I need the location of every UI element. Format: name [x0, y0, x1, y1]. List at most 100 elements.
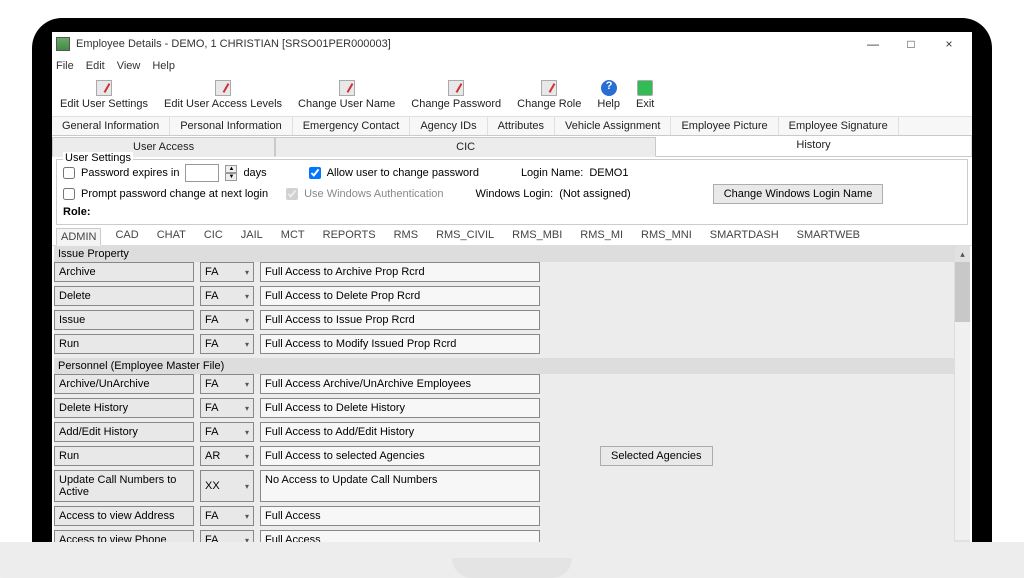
- allow-change-password-checkbox[interactable]: [309, 167, 321, 179]
- tab-employee-signature[interactable]: Employee Signature: [779, 117, 899, 135]
- tab-employee-picture[interactable]: Employee Picture: [671, 117, 778, 135]
- tab-personal-information[interactable]: Personal Information: [170, 117, 293, 135]
- permission-code-dropdown[interactable]: FA▾: [200, 334, 254, 354]
- permission-row: Update Call Numbers to ActiveXX▾No Acces…: [54, 470, 970, 502]
- permission-code-dropdown[interactable]: AR▾: [200, 446, 254, 466]
- chevron-down-icon: ▾: [245, 316, 249, 325]
- exit-button[interactable]: Exit: [632, 78, 658, 112]
- change-role-button[interactable]: Change Role: [513, 78, 585, 112]
- menu-file[interactable]: File: [56, 60, 74, 72]
- edit-user-settings-button[interactable]: Edit User Settings: [56, 78, 152, 112]
- pencil-icon: [215, 80, 231, 96]
- chevron-down-icon: ▾: [245, 380, 249, 389]
- role-tab-reports[interactable]: REPORTS: [319, 227, 380, 245]
- permission-row: Add/Edit History FA▾ Full Access to Add/Ed…: [54, 422, 970, 442]
- tab-cic[interactable]: CIC: [275, 137, 656, 157]
- permission-code-dropdown[interactable]: FA▾: [200, 262, 254, 282]
- user-settings-legend: User Settings: [63, 152, 133, 164]
- windows-auth-label: Use Windows Authentication: [304, 188, 443, 200]
- login-name-value: DEMO1: [589, 167, 628, 179]
- role-tab-rms-mbi[interactable]: RMS_MBI: [508, 227, 566, 245]
- permission-code-dropdown[interactable]: FA▾: [200, 286, 254, 306]
- password-expires-checkbox[interactable]: [63, 167, 75, 179]
- permission-code-dropdown[interactable]: FA▾: [200, 422, 254, 442]
- role-tabs: ADMIN CAD CHAT CIC JAIL MCT REPORTS RMS …: [52, 225, 972, 246]
- prompt-password-change-label: Prompt password change at next login: [81, 188, 268, 200]
- permission-name-cell: Run: [54, 334, 194, 354]
- permission-name-cell: Run: [54, 446, 194, 466]
- change-password-button[interactable]: Change Password: [407, 78, 505, 112]
- permission-name-cell: Access to view Address: [54, 506, 194, 526]
- window-title: Employee Details - DEMO, 1 CHRISTIAN [SR…: [76, 38, 391, 50]
- tab-general-information[interactable]: General Information: [52, 117, 170, 135]
- tab-history[interactable]: History: [656, 136, 972, 156]
- permission-row: Run FA▾ Full Access to Modify Issued Prop …: [54, 334, 970, 354]
- tab-emergency-contact[interactable]: Emergency Contact: [293, 117, 411, 135]
- menu-help[interactable]: Help: [152, 60, 175, 72]
- permission-code-dropdown[interactable]: FA▾: [200, 374, 254, 394]
- scroll-thumb[interactable]: [955, 262, 970, 322]
- role-tab-chat[interactable]: CHAT: [153, 227, 190, 245]
- password-expires-days-input[interactable]: [185, 164, 219, 182]
- pencil-icon: [96, 80, 112, 96]
- minimize-button[interactable]: —: [854, 32, 892, 56]
- help-icon: [601, 80, 617, 96]
- app-icon: [56, 37, 70, 51]
- chevron-down-icon: ▾: [245, 482, 249, 491]
- role-tab-smartdash[interactable]: SMARTDASH: [706, 227, 783, 245]
- change-windows-login-name-button[interactable]: Change Windows Login Name: [713, 184, 884, 204]
- menubar: File Edit View Help: [52, 56, 972, 76]
- spin-down-icon: ▼: [225, 173, 237, 181]
- role-tab-mct[interactable]: MCT: [277, 227, 309, 245]
- secondary-tab-row: User Access CIC History: [52, 136, 972, 157]
- windows-login-label: Windows Login:: [476, 188, 554, 200]
- role-tab-cic[interactable]: CIC: [200, 227, 227, 245]
- menu-edit[interactable]: Edit: [86, 60, 105, 72]
- chevron-down-icon: ▾: [245, 292, 249, 301]
- maximize-button[interactable]: □: [892, 32, 930, 56]
- tab-agency-ids[interactable]: Agency IDs: [410, 117, 487, 135]
- permission-desc-cell: Full Access to Archive Prop Rcrd: [260, 262, 540, 282]
- days-spinner[interactable]: ▲▼: [225, 165, 237, 181]
- permission-row: ArchiveFA▾Full Access to Archive Prop Rc…: [54, 262, 970, 282]
- user-settings-group: User Settings Password expires in ▲▼ day…: [56, 159, 968, 225]
- role-tab-rms[interactable]: RMS: [390, 227, 422, 245]
- windows-auth-checkbox: [286, 188, 298, 200]
- scroll-up-icon[interactable]: ▴: [955, 246, 970, 262]
- permission-code-dropdown[interactable]: XX▾: [200, 470, 254, 502]
- pencil-icon: [339, 80, 355, 96]
- role-tab-rms-civil[interactable]: RMS_CIVIL: [432, 227, 498, 245]
- change-user-name-button[interactable]: Change User Name: [294, 78, 399, 112]
- tab-vehicle-assignment[interactable]: Vehicle Assignment: [555, 117, 671, 135]
- tab-attributes[interactable]: Attributes: [488, 117, 555, 135]
- permission-desc-cell: Full Access to Modify Issued Prop Rcrd: [260, 334, 540, 354]
- spin-up-icon: ▲: [225, 165, 237, 173]
- help-button[interactable]: Help: [593, 78, 624, 112]
- role-tab-cad[interactable]: CAD: [111, 227, 142, 245]
- windows-login-value: (Not assigned): [559, 188, 631, 200]
- exit-icon: [637, 80, 653, 96]
- selected-agencies-button[interactable]: Selected Agencies: [600, 446, 713, 466]
- permission-desc-cell: Full Access to Add/Edit History: [260, 422, 540, 442]
- permission-name-cell: Add/Edit History: [54, 422, 194, 442]
- role-tab-smartweb[interactable]: SMARTWEB: [793, 227, 864, 245]
- permission-name-cell: Archive/UnArchive: [54, 374, 194, 394]
- permission-row: DeleteFA▾Full Access to Delete Prop Rcrd: [54, 286, 970, 306]
- permission-code-dropdown[interactable]: FA▾: [200, 506, 254, 526]
- vertical-scrollbar[interactable]: ▴ ▾: [954, 246, 970, 556]
- permission-code-dropdown[interactable]: FA▾: [200, 398, 254, 418]
- permission-code-dropdown[interactable]: FA▾: [200, 310, 254, 330]
- role-label: Role:: [63, 206, 91, 218]
- section-header: Personnel (Employee Master File): [54, 358, 970, 374]
- role-tab-rms-mi[interactable]: RMS_MI: [576, 227, 627, 245]
- menu-view[interactable]: View: [117, 60, 141, 72]
- titlebar: Employee Details - DEMO, 1 CHRISTIAN [SR…: [52, 32, 972, 56]
- password-expires-label: Password expires in: [81, 167, 179, 179]
- role-tab-jail[interactable]: JAIL: [237, 227, 267, 245]
- edit-user-access-levels-button[interactable]: Edit User Access Levels: [160, 78, 286, 112]
- permission-desc-cell: No Access to Update Call Numbers: [260, 470, 540, 502]
- close-button[interactable]: ×: [930, 32, 968, 56]
- role-tab-rms-mni[interactable]: RMS_MNI: [637, 227, 696, 245]
- prompt-password-change-checkbox[interactable]: [63, 188, 75, 200]
- role-tab-admin[interactable]: ADMIN: [56, 228, 101, 246]
